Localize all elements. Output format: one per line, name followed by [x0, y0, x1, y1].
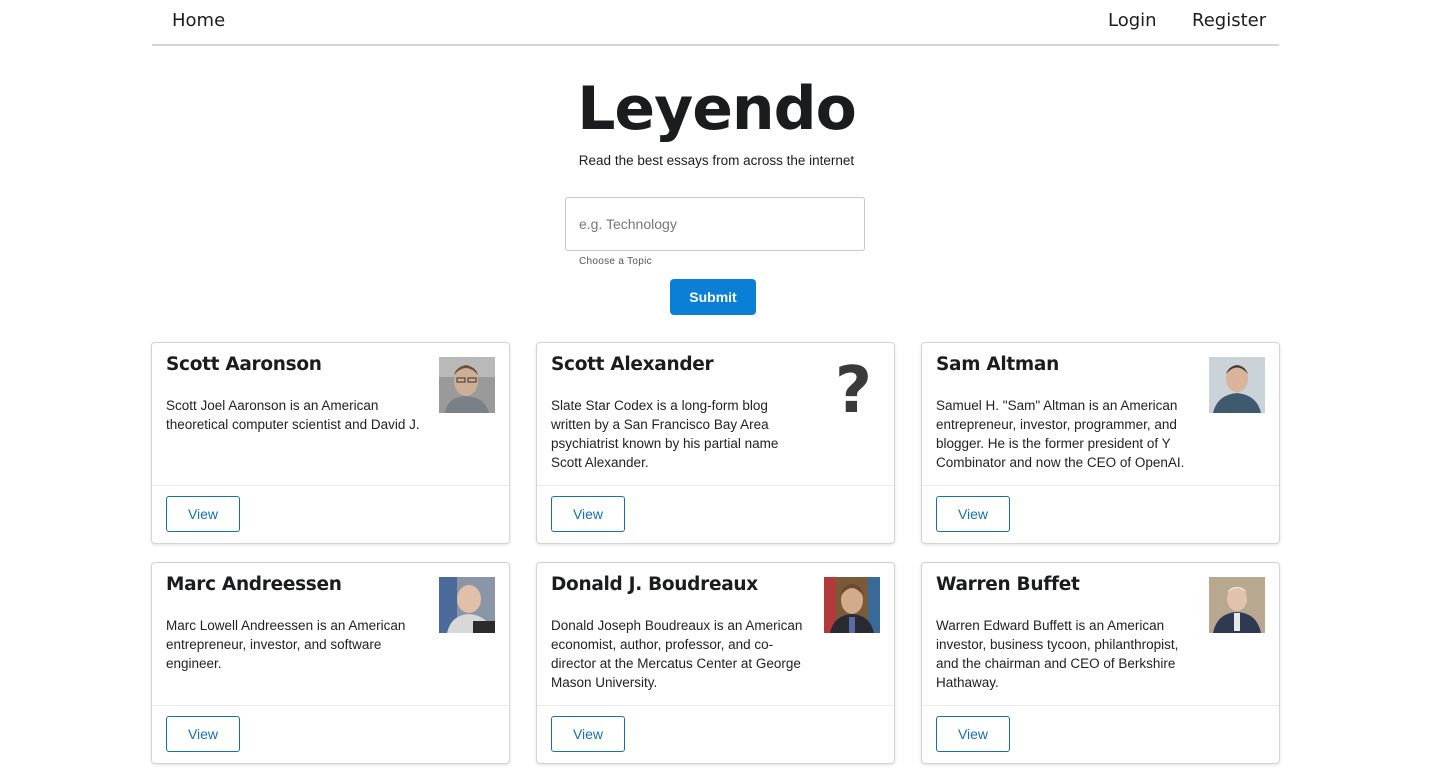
author-name: Sam Altman — [936, 354, 1059, 375]
author-card: Marc Andreessen Marc Lowell Andreessen i… — [151, 562, 510, 764]
page-subtitle: Read the best essays from across the int… — [578, 153, 855, 168]
author-card: Warren Buffet Warren Edward Buffett is a… — [921, 562, 1280, 764]
nav-login-link[interactable]: Login — [1108, 10, 1157, 31]
author-name: Scott Aaronson — [166, 354, 322, 375]
author-name: Marc Andreessen — [166, 574, 342, 595]
author-card: Scott Aaronson Scott Joel Aaronson is an… — [151, 342, 510, 544]
author-description: Donald Joseph Boudreaux is an American e… — [551, 618, 803, 690]
view-button[interactable]: View — [551, 496, 625, 532]
view-button[interactable]: View — [166, 496, 240, 532]
topic-hint: Choose a Topic — [579, 256, 652, 267]
author-name: Scott Alexander — [551, 354, 714, 375]
author-description: Warren Edward Buffett is an American inv… — [936, 618, 1179, 690]
author-description: Marc Lowell Andreessen is an American en… — [166, 618, 406, 671]
nav-home-link[interactable]: Home — [172, 10, 225, 31]
card-divider — [152, 485, 509, 486]
card-divider — [537, 485, 894, 486]
submit-button[interactable]: Submit — [670, 279, 756, 315]
author-photo — [439, 577, 495, 633]
view-button[interactable]: View — [166, 716, 240, 752]
author-name: Warren Buffet — [936, 574, 1080, 595]
card-divider — [152, 705, 509, 706]
author-card: Scott Alexander ? Slate Star Codex is a … — [536, 342, 895, 544]
author-photo — [1209, 577, 1265, 633]
view-button[interactable]: View — [936, 716, 1010, 752]
card-divider — [922, 705, 1279, 706]
author-card: Donald J. Boudreaux Donald Joseph Boudre… — [536, 562, 895, 764]
view-button[interactable]: View — [936, 496, 1010, 532]
view-button[interactable]: View — [551, 716, 625, 752]
author-photo — [439, 357, 495, 413]
author-description: Slate Star Codex is a long-form blog wri… — [551, 398, 779, 470]
card-divider — [922, 485, 1279, 486]
author-photo — [824, 577, 880, 633]
nav-register-link[interactable]: Register — [1192, 10, 1266, 31]
page-title: Leyendo — [577, 74, 857, 144]
card-divider — [537, 705, 894, 706]
author-description: Scott Joel Aaronson is an American theor… — [166, 398, 420, 432]
author-photo — [1209, 357, 1265, 413]
author-name: Donald J. Boudreaux — [551, 574, 758, 595]
top-nav: Home Login Register — [152, 0, 1279, 46]
author-description: Samuel H. "Sam" Altman is an American en… — [936, 398, 1185, 470]
author-card: Sam Altman Samuel H. "Sam" Altman is an … — [921, 342, 1280, 544]
topic-search-input[interactable] — [565, 197, 865, 251]
question-mark-icon: ? — [834, 354, 872, 428]
